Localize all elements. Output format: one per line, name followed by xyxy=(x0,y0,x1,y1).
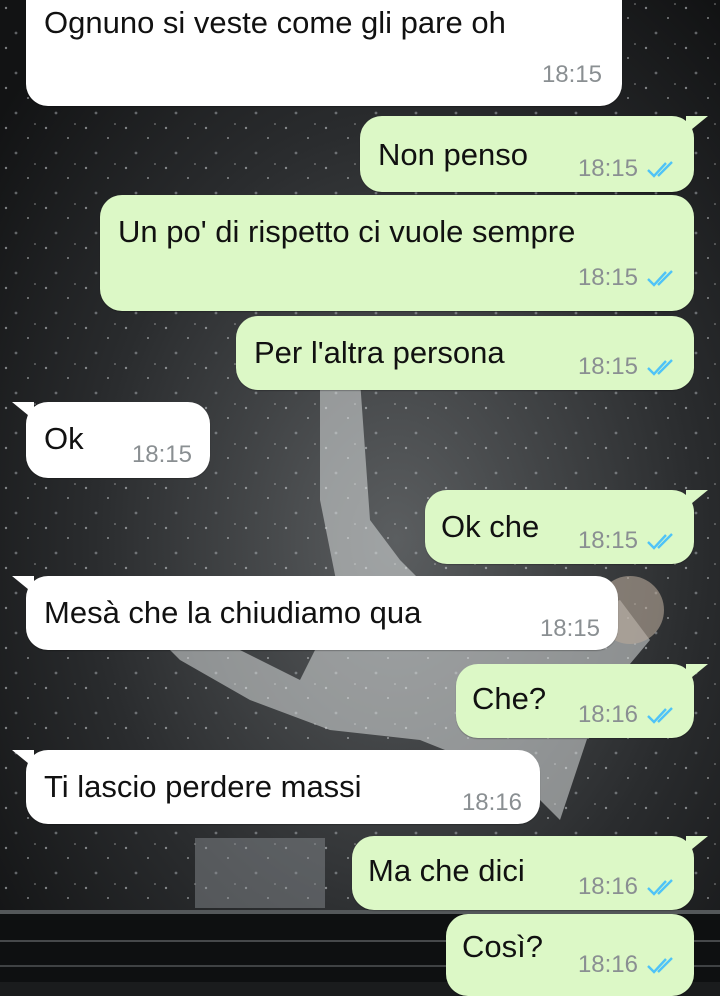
timestamp: 18:16 xyxy=(577,951,638,978)
message-incoming[interactable]: Ognuno si veste come gli pare oh 18:15 xyxy=(26,0,622,106)
message-time: 18:15 xyxy=(132,436,192,474)
bubble-tail xyxy=(686,116,708,134)
bubble-tail xyxy=(12,750,34,768)
message-time: 18:16 xyxy=(578,946,678,984)
timestamp: 18:15 xyxy=(541,61,602,88)
message-text: Così? xyxy=(462,929,543,964)
message-incoming[interactable]: Ti lascio perdere massi 18:16 xyxy=(12,750,540,824)
message-time: 18:16 xyxy=(578,696,678,734)
double-check-icon xyxy=(647,270,673,287)
message-text: Mesà che la chiudiamo qua xyxy=(44,595,422,630)
double-check-icon xyxy=(647,707,673,724)
message-outgoing[interactable]: Non penso 18:15 xyxy=(360,116,708,192)
message-incoming[interactable]: Mesà che la chiudiamo qua 18:15 xyxy=(12,576,618,650)
message-text: Che? xyxy=(472,681,547,716)
message-text: Ok che xyxy=(441,509,540,544)
bubble-tail xyxy=(686,490,708,508)
message-outgoing[interactable]: Che? 18:16 xyxy=(456,664,708,738)
message-outgoing[interactable]: Ok che 18:15 xyxy=(425,490,708,564)
message-text: Ognuno si veste come gli pare oh xyxy=(44,5,506,40)
timestamp: 18:15 xyxy=(131,441,192,468)
message-text: Ti lascio perdere massi xyxy=(44,769,362,804)
timestamp: 18:15 xyxy=(539,615,600,642)
message-text: Ma che dici xyxy=(368,853,525,888)
message-outgoing[interactable]: Per l'altra persona 18:15 xyxy=(236,316,694,390)
message-outgoing[interactable]: Un po' di rispetto ci vuole sempre 18:15 xyxy=(100,195,694,311)
message-text: Un po' di rispetto ci vuole sempre xyxy=(118,214,576,249)
message-time: 18:15 xyxy=(540,610,600,648)
double-check-icon xyxy=(647,359,673,376)
bubble-tail xyxy=(686,664,708,682)
bubble-tail xyxy=(12,576,34,594)
message-text: Per l'altra persona xyxy=(254,335,505,370)
message-incoming[interactable]: Ok 18:15 xyxy=(12,402,210,478)
double-check-icon xyxy=(647,879,673,896)
timestamp: 18:16 xyxy=(461,789,522,816)
message-time: 18:15 xyxy=(578,150,678,188)
message-time: 18:16 xyxy=(462,784,522,822)
bubble-tail xyxy=(686,836,708,854)
double-check-icon xyxy=(647,957,673,974)
timestamp: 18:15 xyxy=(577,527,638,554)
message-time: 18:15 xyxy=(578,259,678,297)
message-outgoing[interactable]: Così? 18:16 xyxy=(446,914,694,996)
message-time: 18:15 xyxy=(578,522,678,560)
message-text: Ok xyxy=(44,421,84,456)
timestamp: 18:15 xyxy=(577,155,638,182)
timestamp: 18:15 xyxy=(577,264,638,291)
timestamp: 18:16 xyxy=(577,873,638,900)
bubble-tail xyxy=(12,402,34,420)
timestamp: 18:15 xyxy=(577,353,638,380)
timestamp: 18:16 xyxy=(577,701,638,728)
message-text: Non penso xyxy=(378,137,528,172)
message-outgoing[interactable]: Ma che dici 18:16 xyxy=(352,836,708,910)
double-check-icon xyxy=(647,533,673,550)
message-time: 18:15 xyxy=(578,348,678,386)
message-time: 18:15 xyxy=(542,56,602,94)
message-time: 18:16 xyxy=(578,868,678,906)
double-check-icon xyxy=(647,161,673,178)
